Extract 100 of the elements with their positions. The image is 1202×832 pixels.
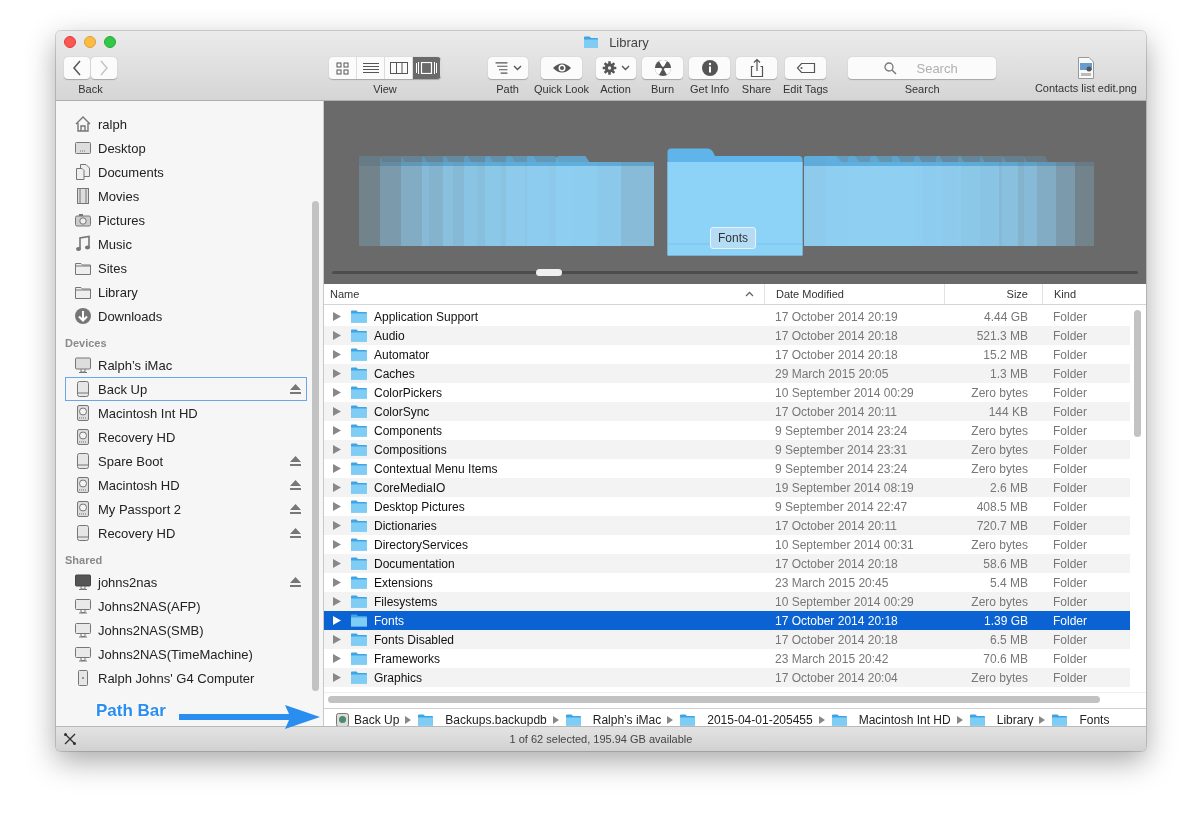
folder-icon [350,366,368,381]
disclosure-triangle-icon[interactable] [333,445,341,454]
sidebar-item[interactable]: Desktop [56,136,323,160]
sidebar-item[interactable]: Music [56,232,323,256]
table-row[interactable]: Contextual Menu Items 9 September 2014 23:24 Zero bytes Folder [324,459,1130,478]
disclosure-triangle-icon[interactable] [333,312,341,321]
table-row[interactable]: Automator 17 October 2014 20:18 15.2 MB Folder [324,345,1130,364]
toolbar-button[interactable] [689,57,731,79]
table-row[interactable]: DirectoryServices 10 September 2014 00:31 Zero bytes Folder [324,535,1130,554]
path-segment[interactable]: Ralph’s iMac [564,713,662,727]
toolbar-button[interactable] [642,57,684,79]
table-row[interactable]: ColorSync 17 October 2014 20:11 144 KB Folder [324,402,1130,421]
sidebar-item[interactable]: Recovery HD [56,425,323,449]
eject-icon[interactable] [290,504,301,514]
view-mode-button[interactable] [357,57,385,79]
search-field[interactable]: Search [848,57,997,79]
column-header[interactable]: Size [944,284,1042,304]
disclosure-triangle-icon[interactable] [333,540,341,549]
path-segment[interactable]: Fonts [1051,713,1110,727]
eject-icon[interactable] [290,456,301,466]
table-row[interactable]: Dictionaries 17 October 2014 20:11 720.7 MB Folder [324,516,1130,535]
disclosure-triangle-icon[interactable] [333,654,341,663]
sidebar-item[interactable]: Macintosh Int HD [56,401,323,425]
disclosure-triangle-icon[interactable] [333,483,341,492]
sidebar-item[interactable]: ralph [56,112,323,136]
sidebar-item[interactable]: johns2nas [56,570,323,594]
column-header[interactable]: Kind [1042,284,1130,304]
sidebar-item[interactable]: Johns2NAS(SMB) [56,618,323,642]
sidebar-item[interactable]: Ralph Johns' G4 Computer [56,666,323,690]
disclosure-triangle-icon[interactable] [333,578,341,587]
close-button[interactable] [64,36,76,48]
toolbar-label: Get Info [689,83,730,96]
table-row[interactable]: Frameworks 23 March 2015 20:42 70.6 MB Folder [324,649,1130,668]
sidebar-item[interactable]: Johns2NAS(AFP) [56,594,323,618]
toolbar-button[interactable] [487,57,528,79]
eject-icon[interactable] [290,528,301,538]
table-row[interactable]: Documentation 17 October 2014 20:18 58.6 MB Folder [324,554,1130,573]
toolbar-button[interactable] [541,57,582,79]
path-segment[interactable]: Library [968,713,1034,727]
table-row[interactable]: Caches 29 March 2015 20:05 1.3 MB Folder [324,364,1130,383]
sidebar-item[interactable]: Sites [56,256,323,280]
table-row[interactable]: Fonts Disabled 17 October 2014 20:18 6.5 MB Folder [324,630,1130,649]
eject-icon[interactable] [290,384,301,394]
table-row[interactable]: Fonts 17 October 2014 20:18 1.39 GB Folder [324,611,1130,630]
column-header[interactable]: Name [324,284,764,304]
table-row[interactable]: Graphics 17 October 2014 20:04 Zero bytes Folder [324,668,1130,687]
table-row[interactable]: Desktop Pictures 9 September 2014 22:47 408.5 MB Folder [324,497,1130,516]
table-cell: Desktop Pictures [374,499,465,514]
disclosure-triangle-icon[interactable] [333,331,341,340]
sidebar-item[interactable]: My Passport 2 [56,497,323,521]
disclosure-triangle-icon[interactable] [333,350,341,359]
view-mode-button[interactable] [413,57,441,79]
disclosure-triangle-icon[interactable] [333,597,341,606]
path-segment[interactable]: 2015-04-01-205455 [679,713,813,727]
toolbar-button[interactable] [785,57,827,79]
sidebar-item[interactable]: Documents [56,160,323,184]
table-row[interactable]: Audio 17 October 2014 20:18 521.3 MB Folder [324,326,1130,345]
path-segment[interactable]: Back Up [336,713,400,727]
disclosure-triangle-icon[interactable] [333,502,341,511]
disclosure-triangle-icon[interactable] [333,426,341,435]
disclosure-triangle-icon[interactable] [333,559,341,568]
column-header[interactable]: Date Modified [764,284,944,304]
eject-icon[interactable] [290,577,301,587]
disclosure-triangle-icon[interactable] [333,464,341,473]
table-row[interactable]: Filesystems 10 September 2014 00:29 Zero bytes Folder [324,592,1130,611]
table-row[interactable]: Compositions 9 September 2014 23:31 Zero bytes Folder [324,440,1130,459]
disclosure-triangle-icon[interactable] [333,388,341,397]
back-button[interactable] [64,57,90,79]
sidebar-item[interactable]: Downloads [56,304,323,328]
view-mode-button[interactable] [329,57,357,79]
sidebar-item[interactable]: Pictures [56,208,323,232]
table-row[interactable]: Extensions 23 March 2015 20:45 5.4 MB Folder [324,573,1130,592]
table-row[interactable]: ColorPickers 10 September 2014 00:29 Zero bytes Folder [324,383,1130,402]
disclosure-triangle-icon[interactable] [333,407,341,416]
crossed-tools-icon[interactable] [64,733,76,745]
sidebar-item[interactable]: Recovery HD [56,521,323,545]
sidebar-item[interactable]: Back Up [65,377,307,401]
table-row[interactable]: CoreMediaIO 19 September 2014 08:19 2.6 MB Folder [324,478,1130,497]
sidebar-item[interactable]: Johns2NAS(TimeMachine) [56,642,323,666]
path-segment[interactable]: Macintosh Int HD [830,713,951,727]
disclosure-triangle-icon[interactable] [333,521,341,530]
disclosure-triangle-icon[interactable] [333,635,341,644]
sidebar-item[interactable]: Spare Boot [56,449,323,473]
disclosure-triangle-icon[interactable] [333,616,341,625]
minimize-button[interactable] [84,36,96,48]
toolbar-button[interactable] [736,57,778,79]
disclosure-triangle-icon[interactable] [333,369,341,378]
sidebar-item[interactable]: Ralph’s iMac [56,353,323,377]
toolbar-button[interactable] [595,57,636,79]
image-file-icon[interactable] [1076,57,1095,79]
sidebar-item[interactable]: Macintosh HD [56,473,323,497]
table-row[interactable]: Components 9 September 2014 23:24 Zero bytes Folder [324,421,1130,440]
zoom-button[interactable] [104,36,116,48]
disclosure-triangle-icon[interactable] [333,673,341,682]
sidebar-item[interactable]: Library [56,280,323,304]
view-mode-button[interactable] [385,57,413,79]
sidebar-item[interactable]: Movies [56,184,323,208]
eject-icon[interactable] [290,480,301,490]
table-row[interactable]: Application Support 17 October 2014 20:19 4.44 GB Folder [324,307,1130,326]
path-segment[interactable]: Backups.backupdb [417,713,547,727]
